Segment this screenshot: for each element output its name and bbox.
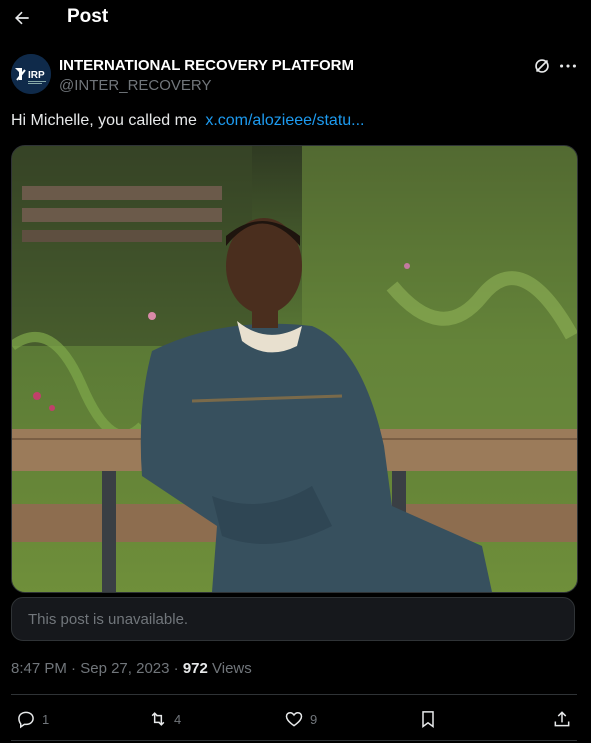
divider [11,694,577,695]
share-icon [554,711,570,727]
post-media-photo[interactable] [11,145,578,593]
photo-image [12,146,577,592]
reply-icon [18,711,34,729]
irp-logo-icon: IRP [11,54,51,94]
views-count: 972 [182,660,208,677]
post-meta: 8:47 PM · Sep 27, 2023 · 972 Views [11,660,252,677]
bookmark-icon [422,711,434,728]
repost-button[interactable]: 4 [148,708,181,730]
back-button[interactable] [10,6,34,30]
post-text: Hi Michelle, you called me x.com/aloziee… [11,112,365,130]
bookmark-button[interactable] [418,708,438,730]
like-count: 9 [310,711,318,727]
repost-icon [151,712,165,726]
post-time[interactable]: 8:47 PM [11,660,67,677]
arrow-left-icon [15,11,29,25]
author-handle[interactable]: @INTER_RECOVERY [59,77,211,94]
post-date[interactable]: Sep 27, 2023 [80,660,169,677]
meta-separator: · [66,660,81,677]
post-link[interactable]: x.com/alozieee/statu... [205,112,364,129]
page-title: Post [67,6,109,27]
divider [11,740,577,741]
quoted-post-unavailable: This post is unavailable. [11,597,575,641]
reply-count: 1 [42,711,50,727]
repost-count: 4 [174,711,182,727]
share-button[interactable] [552,708,572,730]
avatar-logo-text: IRP [28,70,45,81]
views-label: Views [207,660,252,677]
avatar[interactable]: IRP [11,54,51,94]
author-display-name[interactable]: INTERNATIONAL RECOVERY PLATFORM [59,57,354,74]
reply-button[interactable]: 1 [16,708,49,730]
more-horizontal-icon[interactable] [557,55,579,77]
post-body: Hi Michelle, you called me [11,112,197,129]
heart-icon [285,711,303,727]
like-button[interactable]: 9 [284,708,317,730]
circle-slash-icon[interactable] [531,55,553,77]
meta-separator: · [169,660,183,677]
